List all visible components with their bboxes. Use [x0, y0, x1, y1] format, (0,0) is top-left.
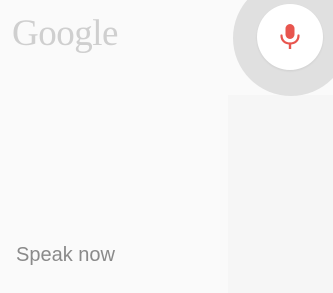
microphone-icon: [280, 24, 300, 49]
microphone-button[interactable]: [257, 4, 323, 70]
google-logo: Google: [12, 13, 118, 54]
speak-now-prompt: Speak now: [16, 244, 115, 266]
background-shade: [228, 95, 333, 293]
voice-search-screen: Google Speak now: [0, 0, 333, 293]
